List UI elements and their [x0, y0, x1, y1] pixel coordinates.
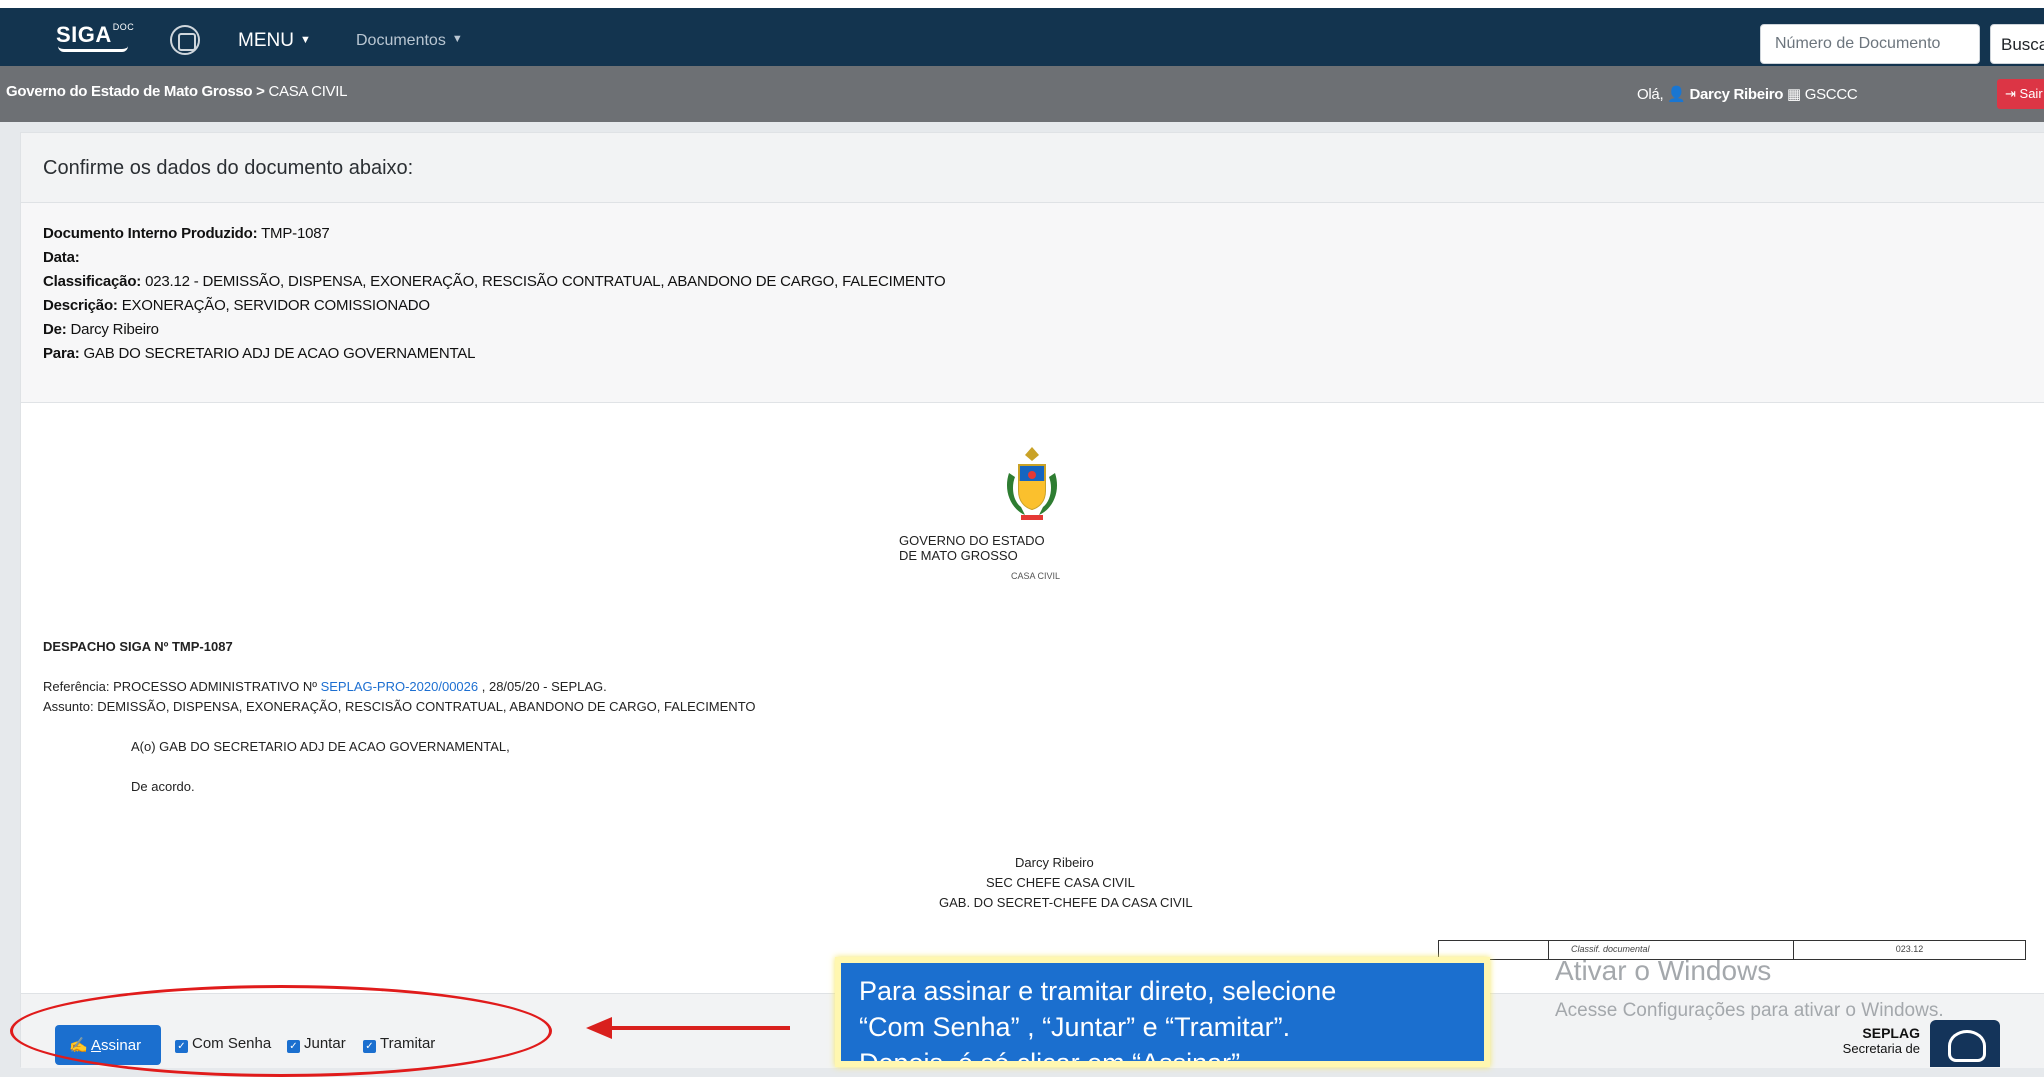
pointer-arrow-line — [610, 1026, 790, 1030]
user-name[interactable]: Darcy Ribeiro — [1689, 86, 1783, 103]
seplag-subtitle: Secretaria de — [1842, 1041, 1920, 1056]
card-header: Confirme os dados do documento abaixo: — [21, 133, 2044, 203]
document-addressee: A(o) GAB DO SECRETARIO ADJ DE ACAO GOVER… — [131, 739, 510, 754]
document-metadata: Documento Interno Produzido: TMP-1087 Da… — [21, 203, 2044, 403]
process-link[interactable]: SEPLAG-PRO-2020/00026 — [321, 679, 479, 694]
highlight-oval — [10, 985, 552, 1077]
logo-swoosh-icon — [58, 46, 128, 52]
search-button[interactable]: Buscar — [1990, 24, 2044, 64]
windows-activation-subtitle: Acesse Configurações para ativar o Windo… — [1555, 1000, 1944, 1021]
document-preview: GOVERNO DO ESTADO DE MATO GROSSO CASA CI… — [21, 403, 2044, 993]
breadcrumb-separator: > — [252, 83, 269, 100]
main-menu-dropdown[interactable]: MENU ▼ — [238, 30, 311, 52]
meta-label: Para: — [43, 345, 80, 362]
meta-label: Data: — [43, 249, 80, 266]
callout-line: Para assinar e tramitar direto, selecion… — [859, 976, 1337, 1006]
siga-doc-logo[interactable]: SIGADOC — [56, 22, 135, 52]
building-icon: ▦ — [1786, 86, 1801, 103]
reference-suffix: , 28/05/20 - SEPLAG. — [478, 679, 607, 694]
user-info: Olá, 👤 Darcy Ribeiro ▦ GSCCC — [1637, 85, 1858, 103]
meta-date: Data: — [43, 249, 80, 266]
documents-menu-dropdown[interactable]: Documentos ▼ — [356, 32, 463, 50]
documents-label: Documentos — [356, 32, 446, 49]
reference-prefix: Referência: PROCESSO ADMINISTRATIVO Nº — [43, 679, 321, 694]
top-navbar: SIGADOC MENU ▼ Documentos ▼ Número de Docu… — [0, 0, 2044, 66]
meta-to: Para: GAB DO SECRETARIO ADJ DE ACAO GOVE… — [43, 345, 475, 362]
meta-document: Documento Interno Produzido: TMP-1087 — [43, 225, 330, 242]
meta-description: Descrição: EXONERAÇÃO, SERVIDOR COMISSIO… — [43, 297, 430, 314]
instruction-callout: Para assinar e tramitar direto, selecion… — [835, 957, 1490, 1067]
breadcrumb-bar: Governo do Estado de Mato Grosso > CASA … — [0, 66, 2044, 122]
meta-classification: Classificação: 023.12 - DEMISSÃO, DISPEN… — [43, 273, 946, 290]
document-number-input[interactable]: Número de Documento — [1760, 24, 1980, 64]
breadcrumb-unit[interactable]: CASA CIVIL — [268, 83, 347, 100]
coat-of-arms-icon — [1006, 447, 1058, 520]
meta-value: TMP-1087 — [261, 225, 330, 242]
logo-superscript: DOC — [112, 22, 135, 32]
caret-down-icon: ▼ — [451, 33, 463, 45]
signer-unit: GAB. DO SECRET-CHEFE DA CASA CIVIL — [939, 895, 1193, 910]
document-reference: Referência: PROCESSO ADMINISTRATIVO Nº S… — [43, 679, 607, 694]
seplag-logo-icon — [1930, 1020, 2000, 1067]
caret-down-icon: ▼ — [299, 34, 311, 46]
meta-value: GAB DO SECRETARIO ADJ DE ACAO GOVERNAMEN… — [83, 345, 476, 362]
seplag-name: SEPLAG — [1862, 1025, 1920, 1041]
breadcrumb: Governo do Estado de Mato Grosso > CASA … — [6, 83, 347, 100]
document-body: De acordo. — [131, 779, 195, 794]
meta-from: De: Darcy Ribeiro — [43, 321, 159, 338]
callout-line: “Com Senha” , “Juntar” e “Tramitar”. — [859, 1012, 1291, 1042]
logout-button[interactable]: ⇥ Sair — [1997, 79, 2044, 109]
logout-label: Sair — [2019, 86, 2043, 101]
classification-value: 023.12 — [1895, 944, 1924, 954]
document-title: DESPACHO SIGA Nº TMP-1087 — [43, 639, 233, 654]
callout-line: Depois, é só clicar em “Assinar”. — [859, 1048, 1248, 1067]
document-unit-heading: CASA CIVIL — [1011, 571, 1061, 581]
menu-label: MENU — [238, 30, 294, 51]
signer-role: SEC CHEFE CASA CIVIL — [986, 875, 1135, 890]
greeting: Olá, — [1637, 86, 1664, 103]
user-unit[interactable]: GSCCC — [1805, 86, 1858, 103]
meta-label: De: — [43, 321, 67, 338]
meta-value: Darcy Ribeiro — [70, 321, 159, 338]
meta-value: EXONERAÇÃO, SERVIDOR COMISSIONADO — [121, 297, 430, 314]
document-subject: Assunto: DEMISSÃO, DISPENSA, EXONERAÇÃO,… — [43, 699, 756, 714]
seplag-branding: SEPLAG Secretaria de — [1790, 1025, 1920, 1056]
card-title: Confirme os dados do documento abaixo: — [43, 157, 414, 179]
signer-name: Darcy Ribeiro — [1015, 855, 1094, 870]
state-seal-icon[interactable] — [170, 25, 200, 55]
meta-label: Descrição: — [43, 297, 118, 314]
confirm-document-card: Confirme os dados do documento abaixo: D… — [20, 132, 2044, 1068]
meta-label: Classificação: — [43, 273, 142, 290]
logout-icon: ⇥ — [2005, 86, 2016, 101]
document-gov-heading: GOVERNO DO ESTADO DE MATO GROSSO — [899, 533, 1045, 563]
logo-text: SIGA — [56, 22, 112, 47]
meta-label: Documento Interno Produzido: — [43, 225, 258, 242]
windows-activation-title: Ativar o Windows — [1555, 955, 1772, 986]
breadcrumb-org[interactable]: Governo do Estado de Mato Grosso — [6, 83, 253, 100]
arrow-left-icon — [586, 1017, 612, 1039]
meta-value: 023.12 - DEMISSÃO, DISPENSA, EXONERAÇÃO,… — [145, 273, 946, 290]
user-icon: 👤 — [1667, 86, 1686, 103]
